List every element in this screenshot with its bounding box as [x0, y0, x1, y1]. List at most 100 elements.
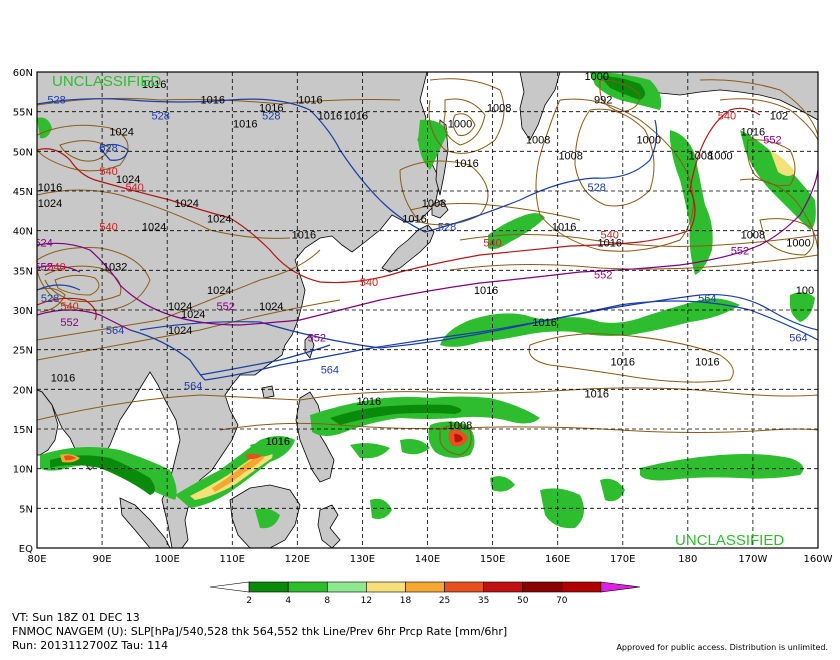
- lon-label: 170W: [738, 554, 767, 565]
- colorbar-segment: [600, 581, 641, 593]
- slp-label: 1008: [487, 103, 511, 115]
- thickness-552-label: 552: [594, 269, 612, 281]
- colorbar-segment: [209, 581, 250, 593]
- lon-label: 130E: [350, 554, 375, 565]
- thickness-blue-label: 564: [321, 364, 339, 376]
- lon-label: 110E: [220, 554, 245, 565]
- thickness-blue-label: 564: [698, 293, 716, 305]
- slp-label: 1000: [708, 150, 732, 162]
- slp-label: 1016: [402, 214, 426, 226]
- run-info: Run: 2013112700Z Tau: 114: [12, 639, 169, 652]
- thickness-552-label: 552: [217, 301, 235, 313]
- colorbar-tick-label: 8: [324, 596, 330, 606]
- slp-label: 100: [796, 285, 814, 297]
- lat-label: 30N: [13, 306, 33, 317]
- lat-label: 15N: [13, 425, 33, 436]
- slp-label: 1016: [266, 436, 290, 448]
- thickness-blue-label: 528: [262, 111, 280, 123]
- slp-label: 1024: [142, 222, 166, 234]
- thickness-blue-label: 564: [106, 325, 124, 337]
- thickness-blue-label: 528: [99, 142, 117, 154]
- thickness-552-label: 552: [60, 317, 78, 329]
- latitude-labels: 60N55N50N45N40N35N30N25N20N15N10N5NEQ: [13, 68, 33, 555]
- longitude-labels: 80E 90E 100E 110E 120E 130E 140E 150E 160E 170E 18…: [27, 554, 832, 565]
- lat-label: 55N: [13, 108, 33, 119]
- thickness-blue-label: 528: [47, 95, 65, 107]
- slp-label: 1008: [422, 198, 446, 210]
- colorbar-segment: [287, 581, 328, 593]
- slp-label: 1016: [584, 388, 608, 400]
- thickness-552-label: 552: [763, 134, 781, 146]
- slp-label: 1016: [611, 357, 635, 369]
- slp-label: 102: [770, 111, 788, 123]
- thickness-blue-label: 528: [588, 182, 606, 194]
- approval-notice: Approved for public access. Distribution…: [616, 643, 828, 652]
- lat-label: 10N: [13, 465, 33, 476]
- slp-label: 1016: [51, 372, 75, 384]
- colorbar-segment: [248, 581, 289, 593]
- slp-label: 1016: [474, 285, 498, 297]
- slp-label: 1024: [168, 301, 192, 313]
- colorbar-segment: [326, 581, 367, 593]
- slp-label: 1016: [454, 158, 478, 170]
- colorbar-segment: [483, 581, 524, 593]
- slp-label: 1016: [233, 119, 257, 131]
- lon-label: 180: [678, 554, 697, 565]
- thickness-blue-label: 528: [151, 111, 169, 123]
- colorbar-tick-label: 25: [439, 596, 450, 606]
- lon-label: 140E: [415, 554, 440, 565]
- slp-label: 1024: [38, 198, 62, 210]
- lat-label: 20N: [13, 385, 33, 396]
- colorbar-tick-label: 18: [400, 596, 412, 606]
- slp-label: 1016: [298, 95, 322, 107]
- thickness-552-label: 552: [308, 333, 326, 345]
- thickness-540-label: 540: [601, 230, 619, 242]
- classification-bottom: UNCLASSIFIED: [675, 532, 784, 549]
- thickness-540-label: 540: [99, 166, 117, 178]
- thickness-blue-label: 528: [438, 222, 456, 234]
- slp-label: 1016: [344, 111, 368, 123]
- slp-label: 1008: [741, 230, 765, 242]
- slp-label: 1016: [200, 95, 224, 107]
- thickness-540-label: 540: [483, 238, 501, 250]
- lon-label: 160E: [545, 554, 570, 565]
- colorbar-tick-label: 50: [517, 596, 529, 606]
- thickness-540-label: 540: [125, 182, 143, 194]
- slp-label: 1016: [741, 126, 765, 138]
- thickness-540-label: 540: [360, 277, 378, 289]
- lon-label: 80E: [27, 554, 46, 565]
- slp-label: 1008: [448, 420, 472, 432]
- slp-label: 1024: [109, 126, 133, 138]
- thickness-blue-label: 528: [41, 293, 59, 305]
- colorbar-tick-label: 35: [478, 596, 489, 606]
- slp-label: 1032: [103, 261, 127, 273]
- slp-label: 1000: [637, 134, 661, 146]
- lat-label: 35N: [13, 266, 33, 277]
- lat-label: 50N: [13, 147, 33, 158]
- colorbar-segment: [444, 581, 484, 593]
- colorbar-tick-label: 12: [361, 596, 372, 606]
- colorbar-segment: [522, 581, 563, 593]
- lon-label: 100E: [154, 554, 179, 565]
- colorbar-segment: [405, 581, 445, 593]
- slp-label: 1024: [168, 325, 192, 337]
- product-description: FNMOC NAVGEM (U): SLP[hPa]/540,528 thk 5…: [12, 625, 508, 638]
- slp-label: 1024: [174, 198, 198, 210]
- thickness-blue-label: 564: [184, 380, 202, 392]
- colorbar-tick-label: 4: [285, 596, 291, 606]
- lon-label: 150E: [480, 554, 505, 565]
- slp-label: 1024: [207, 214, 231, 226]
- classification-top: UNCLASSIFIED: [52, 73, 161, 90]
- hainan-island: [261, 385, 275, 399]
- colorbar-segment: [366, 581, 406, 593]
- slp-label: 1008: [558, 150, 582, 162]
- valid-time: VT: Sun 18Z 01 DEC 13: [12, 611, 140, 624]
- slp-label: 1016: [357, 396, 381, 408]
- slp-label: 1016: [532, 317, 556, 329]
- slp-label: 1000: [786, 238, 810, 250]
- lon-label: 90E: [93, 554, 112, 565]
- slp-label: 1000: [448, 119, 472, 131]
- thickness-blue-label: 564: [789, 333, 807, 345]
- slp-label: 1016: [318, 111, 342, 123]
- thickness-540-label: 540: [99, 222, 117, 234]
